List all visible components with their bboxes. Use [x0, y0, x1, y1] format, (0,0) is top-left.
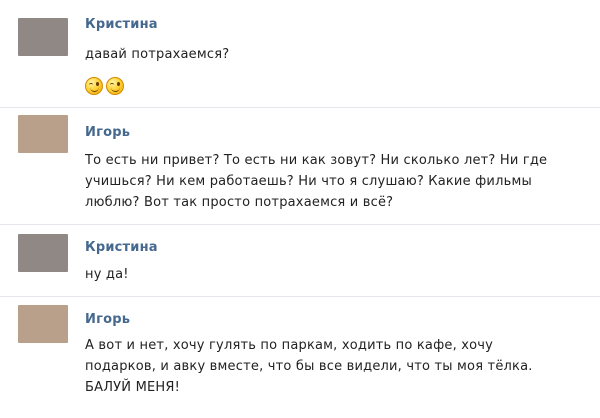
- emoji-row: [85, 77, 124, 97]
- message-line: давай потрахаемся?: [85, 47, 230, 62]
- divider: [0, 107, 600, 108]
- message-text: ну да!: [85, 264, 590, 285]
- message-text: А вот и нет, хочу гулять по паркам, ходи…: [85, 335, 590, 398]
- message-line: А вот и нет, хочу гулять по паркам, ходи…: [85, 338, 494, 353]
- message-line: БАЛУЙ МЕНЯ!: [85, 380, 181, 395]
- message-line: люблю? Вот так просто потрахаемся и всё?: [85, 195, 394, 210]
- author-name[interactable]: Игорь: [85, 125, 130, 140]
- author-name[interactable]: Кристина: [85, 240, 158, 255]
- divider: [0, 296, 600, 297]
- message-line: ну да!: [85, 267, 129, 282]
- wink-emoji-icon: [106, 77, 124, 95]
- author-name[interactable]: Игорь: [85, 312, 130, 327]
- message-line: учишься? Ни кем работаешь? Ни что я слуш…: [85, 174, 532, 189]
- message-line: подарков, и авку вместе, что бы все виде…: [85, 359, 533, 374]
- message-text: То есть ни привет? То есть ни как зовут?…: [85, 150, 590, 213]
- avatar[interactable]: [18, 115, 68, 153]
- message-line: То есть ни привет? То есть ни как зовут?…: [85, 153, 548, 168]
- divider: [0, 224, 600, 225]
- message-text: давай потрахаемся?: [85, 44, 590, 65]
- avatar[interactable]: [18, 18, 68, 56]
- avatar[interactable]: [18, 305, 68, 343]
- author-name[interactable]: Кристина: [85, 17, 158, 32]
- wink-emoji-icon: [85, 77, 103, 95]
- avatar[interactable]: [18, 234, 68, 272]
